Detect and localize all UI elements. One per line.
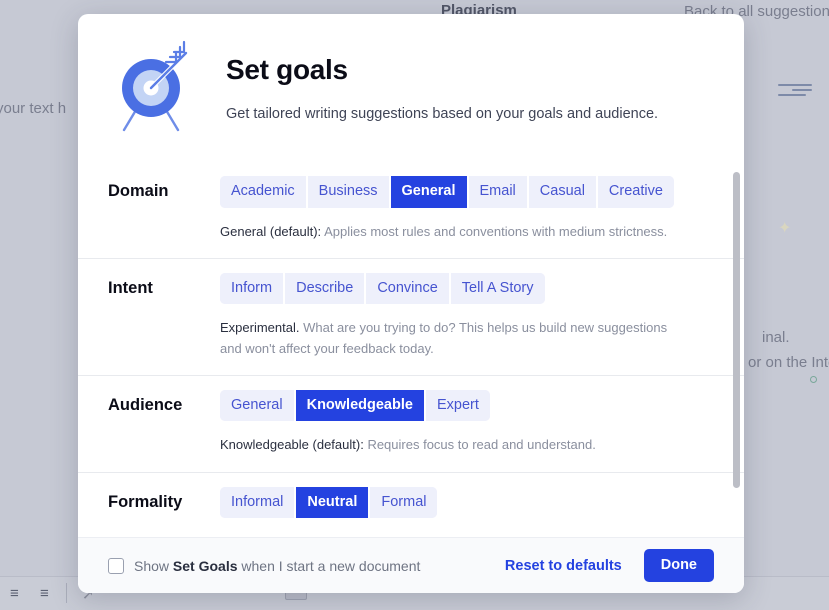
audience-option-general[interactable]: General: [220, 389, 296, 422]
section-label-intent: Intent: [108, 278, 153, 297]
audience-option-group: General Knowledgeable Expert: [220, 389, 490, 422]
section-label-formality: Formality: [108, 492, 183, 511]
done-button[interactable]: Done: [643, 549, 714, 582]
intent-description-lead: Experimental.: [220, 320, 300, 336]
background-sparkle-icon: ✦: [778, 220, 792, 237]
modal-header: Set goals Get tailored writing suggestio…: [78, 14, 744, 146]
audience-description-lead: Knowledgeable (default):: [220, 437, 364, 453]
domain-option-email[interactable]: Email: [468, 176, 529, 208]
intent-option-convince[interactable]: Convince: [366, 272, 451, 305]
show-set-goals-label: Show Set Goals when I start a new docume…: [134, 558, 420, 574]
background-right-text-2: or on the Inte: [748, 354, 829, 371]
section-domain: Domain Academic Business General Email C…: [78, 162, 744, 258]
show-set-goals-checkbox-row[interactable]: Show Set Goals when I start a new docume…: [108, 557, 501, 574]
domain-option-group: Academic Business General Email Casual C…: [220, 176, 674, 208]
modal-scrollbar-thumb[interactable]: [733, 172, 740, 488]
bullet-list-icon[interactable]: ≡: [40, 585, 49, 602]
domain-description: General (default): Applies most rules an…: [220, 222, 690, 242]
domain-option-general[interactable]: General: [390, 176, 469, 208]
background-editor-placeholder-text: your text h: [0, 100, 67, 117]
target-goal-icon: [122, 40, 189, 132]
intent-option-inform[interactable]: Inform: [220, 272, 286, 305]
domain-option-casual[interactable]: Casual: [528, 176, 598, 208]
numbered-list-icon[interactable]: ≡: [10, 585, 19, 602]
audience-description: Knowledgeable (default): Requires focus …: [220, 435, 690, 455]
background-text-lines-icon: [778, 84, 812, 99]
formality-option-formal[interactable]: Formal: [370, 486, 438, 519]
set-goals-modal: Set goals Get tailored writing suggestio…: [78, 14, 744, 593]
domain-description-lead: General (default):: [220, 223, 322, 239]
formality-option-group: Informal Neutral Formal: [220, 486, 438, 519]
show-set-goals-checkbox[interactable]: [108, 557, 124, 574]
section-label-domain: Domain: [108, 182, 169, 200]
formality-option-neutral[interactable]: Neutral: [296, 486, 371, 519]
section-intent: Intent Inform Describe Convince Tell A S…: [78, 257, 744, 375]
domain-option-creative[interactable]: Creative: [597, 176, 674, 208]
reset-to-defaults-button[interactable]: Reset to defaults: [501, 552, 626, 580]
intent-description: Experimental. What are you trying to do?…: [220, 318, 690, 358]
background-circle-icon: [810, 376, 817, 383]
modal-scrollbar[interactable]: [733, 164, 740, 540]
intent-option-tell-a-story[interactable]: Tell A Story: [450, 272, 545, 305]
checkbox-text-pre: Show: [134, 557, 173, 574]
audience-option-expert[interactable]: Expert: [425, 389, 490, 422]
checkbox-text-post: when I start a new document: [237, 557, 421, 574]
section-audience: Audience General Knowledgeable Expert Kn…: [78, 374, 744, 472]
audience-description-rest: Requires focus to read and understand.: [363, 437, 596, 453]
domain-option-business[interactable]: Business: [307, 176, 391, 208]
domain-option-academic[interactable]: Academic: [220, 176, 308, 208]
page-title: Set goals: [226, 54, 348, 85]
audience-option-knowledgeable[interactable]: Knowledgeable: [295, 389, 426, 422]
intent-option-group: Inform Describe Convince Tell A Story: [220, 272, 545, 305]
toolbar-divider: [66, 583, 67, 603]
section-label-audience: Audience: [108, 395, 183, 414]
modal-footer: Show Set Goals when I start a new docume…: [78, 537, 744, 593]
formality-option-informal[interactable]: Informal: [220, 486, 297, 519]
checkbox-text-bold: Set Goals: [172, 557, 238, 574]
background-right-text-1: inal.: [762, 329, 790, 346]
section-formality: Formality Informal Neutral Formal: [78, 471, 744, 535]
goals-settings-list: Domain Academic Business General Email C…: [78, 162, 744, 537]
domain-description-rest: Applies most rules and conventions with …: [321, 223, 668, 239]
intent-option-describe[interactable]: Describe: [285, 272, 367, 305]
modal-subtitle: Get tailored writing suggestions based o…: [226, 106, 659, 122]
